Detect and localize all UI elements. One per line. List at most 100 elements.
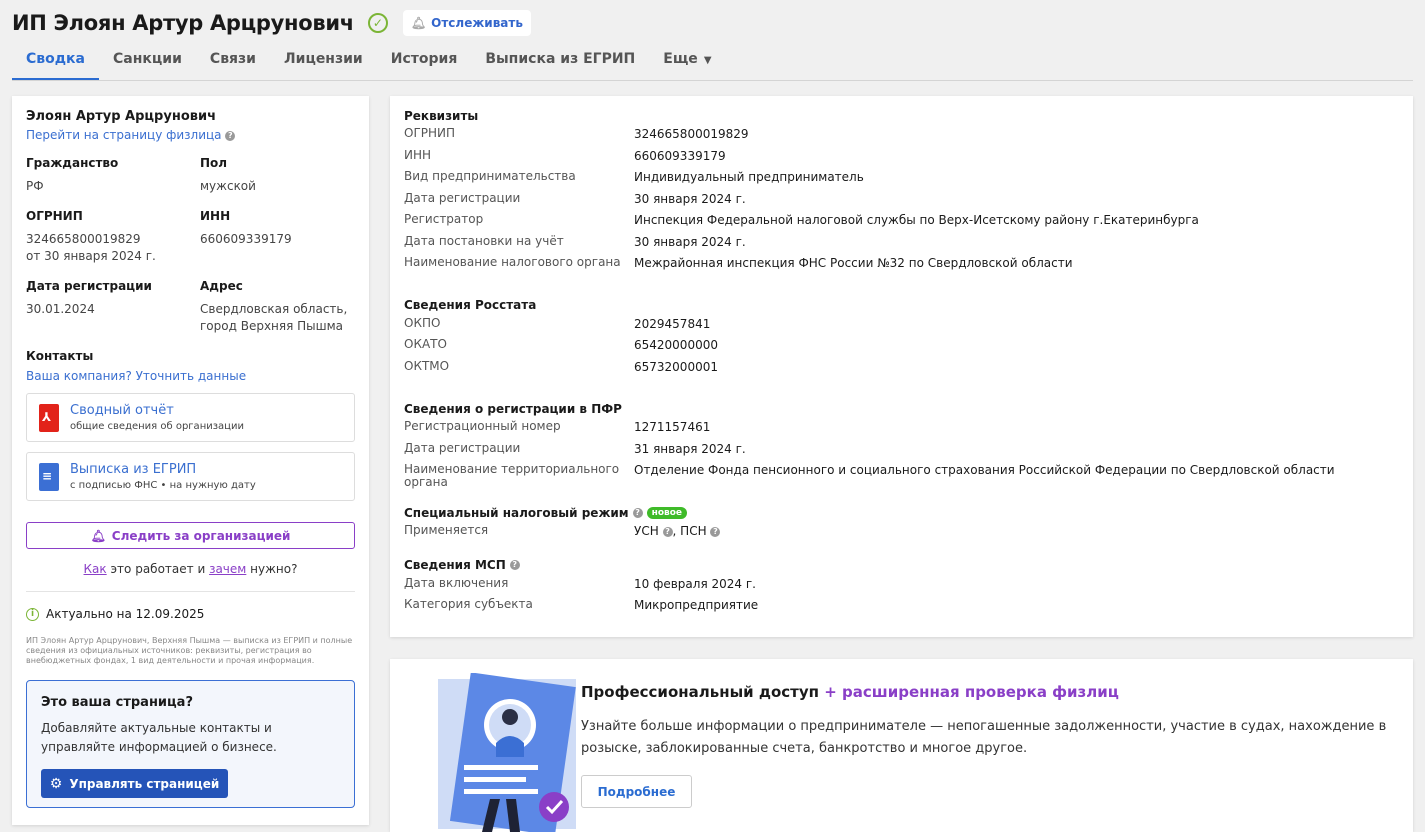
detail-value: 2029457841 (634, 316, 711, 331)
detail-row: Категория субъекта Микропредприятие (404, 595, 1399, 617)
claim-page-box: Это ваша страница? Добавляйте актуальные… (26, 680, 355, 808)
promo-text: Узнайте больше информации о предпринимат… (581, 719, 1387, 756)
tab-bar: Сводка Санкции Связи Лицензии История Вы… (12, 40, 1413, 81)
detail-key: Дата регистрации (404, 190, 521, 205)
detail-key: Дата регистрации (404, 440, 521, 455)
msp-list: Дата включения 10 февраля 2024 г. Категор… (404, 574, 1399, 617)
msp-title-row: Сведения МСП ? (404, 557, 1399, 574)
tab-links[interactable]: Связи (196, 40, 270, 80)
pfr-title: Сведения о регистрации в ПФР (404, 401, 622, 416)
detail-key: Дата включения (404, 575, 509, 590)
watch-organization-button[interactable]: 🔔︎ Следить за организацией (26, 522, 355, 549)
tab-egrip-extract[interactable]: Выписка из ЕГРИП (471, 40, 649, 80)
claim-page-title: Это ваша страница? (41, 695, 193, 710)
address-line-1: Свердловская область, (200, 302, 348, 316)
summary-report-card[interactable]: ⅄ Сводный отчёт общие сведения об органи… (26, 393, 355, 442)
detail-value: 660609339179 (634, 148, 726, 163)
detail-key: Наименование налогового органа (404, 255, 621, 269)
bell-plus-icon: 🔔︎ (90, 528, 106, 543)
details-card: Реквизиты ОГРНИП 324665800019829 ИНН 66060… (390, 96, 1413, 637)
help-icon[interactable]: ? (509, 560, 520, 570)
pro-access-promo: Профессиональный доступ + расширенная пр… (390, 659, 1413, 832)
detail-value: Индивидуальный предприниматель (634, 170, 864, 184)
citizenship-label: Гражданство (26, 156, 119, 170)
egrip-extract-sub: с подписью ФНС • на нужную дату (70, 480, 256, 491)
actual-date: i Актуально на 12.09.2025 (26, 607, 355, 621)
psn-label: , ПСН (672, 524, 707, 538)
more-button[interactable]: Подробнее (581, 775, 692, 808)
detail-key: Категория субъекта (404, 597, 533, 611)
page-header: ИП Элоян Артур Арцрунович ✓ 🔔︎ Отслежива… (12, 10, 531, 36)
regdate-label: Дата регистрации (26, 279, 152, 293)
detail-key: ОКТМО (404, 358, 450, 373)
promo-title-main: Профессиональный доступ (581, 683, 820, 701)
help-icon[interactable]: ? (225, 131, 236, 141)
msp-title: Сведения МСП (404, 558, 506, 572)
update-contacts-link[interactable]: Ваша компания? Уточнить данные (26, 369, 355, 383)
detail-key: ИНН (404, 147, 432, 162)
detail-value: 65420000000 (634, 338, 718, 352)
detail-value: Микропредприятие (634, 598, 759, 612)
tab-sanctions[interactable]: Санкции (99, 40, 196, 80)
fine-print: ИП Элоян Артур Арцрунович, Верхняя Пышма… (26, 636, 353, 665)
person-facts: Гражданство РФ Пол мужской ОГРНИП 324665… (26, 156, 355, 335)
detail-row: Регистрационный номер 1271157461 (404, 417, 1399, 439)
tab-history[interactable]: История (377, 40, 472, 80)
citizenship-value: РФ (26, 179, 44, 193)
manage-page-label: Управлять страницей (69, 776, 220, 791)
requisites-list: ОГРНИП 324665800019829 ИНН 660609339179 Ви… (404, 124, 1399, 275)
detail-row: Дата включения 10 февраля 2024 г. (404, 574, 1399, 596)
document-icon: ≡ (39, 462, 59, 491)
help-icon[interactable]: ? (662, 527, 673, 537)
ogrnip-date: от 30 января 2024 г. (26, 249, 156, 263)
person-summary-card: Элоян Артур Арцрунович Перейти на страни… (12, 96, 369, 825)
detail-value: 1271157461 (634, 420, 711, 434)
tax-regime-title-row: Специальный налоговый режим ? новое (404, 504, 1399, 521)
egrip-extract-card[interactable]: ≡ Выписка из ЕГРИП с подписью ФНС • на н… (26, 452, 355, 501)
help-icon[interactable]: ? (710, 527, 721, 537)
chevron-down-icon: ▼ (703, 55, 712, 66)
how-text-2: нужно? (246, 562, 298, 576)
how-text-1: это работает и (106, 562, 210, 576)
help-icon[interactable]: ? (632, 507, 643, 518)
tab-summary[interactable]: Сводка (12, 40, 100, 80)
sex-label: Пол (200, 156, 228, 170)
detail-key: Наименование территориального органа (404, 462, 620, 489)
person-name: Элоян Артур Арцрунович (26, 109, 217, 124)
tab-licenses[interactable]: Лицензии (270, 40, 377, 80)
bell-icon: 🔔︎ (410, 16, 427, 30)
follow-button[interactable]: 🔔︎ Отслеживать (402, 10, 531, 36)
claim-page-text: Добавляйте актуальные контакты и управля… (41, 721, 277, 754)
address-line-2: город Верхняя Пышма (200, 319, 344, 333)
detail-row: Применяется УСН ?, ПСН ? (404, 521, 1399, 543)
detail-key: Вид предпринимательства (404, 169, 576, 183)
actual-date-text: Актуально на 12.09.2025 (46, 607, 205, 621)
detail-row: ОГРНИП 324665800019829 (404, 124, 1399, 146)
detail-value: Инспекция Федеральной налоговой службы п… (634, 213, 1199, 227)
tab-more[interactable]: Еще ▼ (649, 40, 725, 80)
promo-illustration (438, 673, 576, 832)
how-it-works: Как это работает и зачем нужно? (26, 562, 355, 576)
info-icon: i (26, 607, 39, 621)
detail-row: Наименование территориального органа Отде… (404, 460, 1399, 492)
detail-row: ИНН 660609339179 (404, 146, 1399, 168)
detail-value: Отделение Фонда пенсионного и социальног… (634, 463, 1335, 477)
detail-key: ОГРНИП (404, 126, 456, 140)
detail-value: 65732000001 (634, 359, 718, 374)
person-page-link[interactable]: Перейти на страницу физлица (26, 128, 222, 142)
detail-key: ОКПО (404, 315, 441, 330)
detail-row: Дата регистрации 31 января 2024 г. (404, 439, 1399, 461)
tab-more-label: Еще (663, 51, 698, 67)
how-link[interactable]: Как (84, 562, 107, 576)
follow-label: Отслеживать (431, 16, 523, 30)
why-link[interactable]: зачем (209, 562, 246, 576)
detail-value: Межрайонная инспекция ФНС России №32 по … (634, 256, 1073, 270)
address-label: Адрес (200, 279, 243, 293)
pdf-icon: ⅄ (39, 403, 59, 432)
promo-title: Профессиональный доступ + расширенная пр… (581, 683, 1119, 701)
requisites-title: Реквизиты (404, 108, 479, 123)
usn-label: УСН (634, 524, 659, 538)
rosstat-title: Сведения Росстата (404, 298, 537, 312)
detail-row: ОКПО 2029457841 (404, 314, 1399, 336)
manage-page-button[interactable]: ⚙ Управлять страницей (41, 769, 228, 798)
